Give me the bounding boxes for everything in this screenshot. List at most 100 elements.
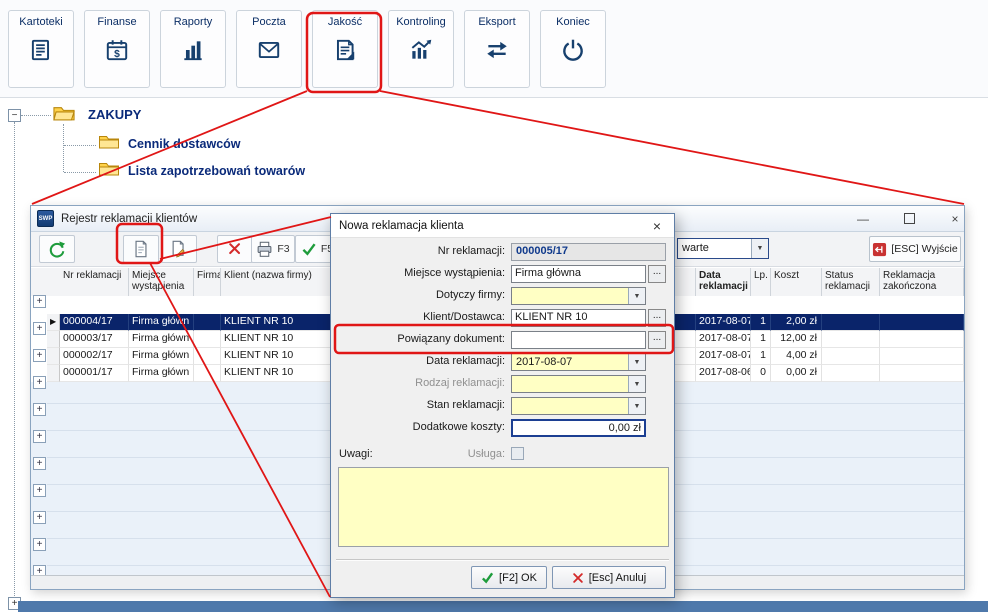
koszty-label: Dodatkowe koszty: <box>331 421 505 433</box>
menu-button-finanse[interactable]: Finanse $ <box>84 10 150 88</box>
dotyczy-dropdown[interactable]: ▼ <box>511 287 646 305</box>
cancel-button[interactable]: [Esc] Anuluj <box>552 566 666 589</box>
new-document-icon <box>132 240 150 258</box>
chevron-down-icon: ▼ <box>628 376 645 392</box>
usluga-checkbox[interactable] <box>511 447 524 460</box>
tree-node-cennik-dostawcow[interactable]: Cennik dostawców <box>128 137 241 151</box>
group-expand-button[interactable]: + <box>33 403 46 416</box>
cell-data: 2017-08-07 <box>696 331 751 348</box>
field-row-dotyczy: Dotyczy firmy: ▼ <box>331 287 674 305</box>
cell-koszt: 0,00 zł <box>771 365 822 382</box>
group-expand-button[interactable]: + <box>33 322 46 335</box>
exit-button[interactable]: [ESC] Wyjście <box>869 236 961 262</box>
column-header[interactable]: Reklamacja zakończona <box>880 268 964 296</box>
rodzaj-dropdown[interactable]: ▼ <box>511 375 646 393</box>
miejsce-input[interactable]: Firma główna <box>511 265 646 283</box>
koszty-input[interactable]: 0,00 zł <box>511 419 646 437</box>
cell-data: 2017-08-07 <box>696 348 751 365</box>
group-expand-button[interactable]: + <box>33 511 46 524</box>
folder-icon <box>98 133 120 155</box>
data-date-dropdown[interactable]: 2017-08-07 ▼ <box>511 353 646 371</box>
field-row-stan: Stan reklamacji: ▼ <box>331 397 674 415</box>
cell-data: 2017-08-06 <box>696 365 751 382</box>
menu-button-jakosc[interactable]: Jakość <box>312 10 378 88</box>
tree-connector-line <box>64 172 96 173</box>
field-row-miejsce: Miejsce wystąpienia: Firma główna ... <box>331 265 674 283</box>
column-header[interactable]: Nr reklamacji <box>60 268 129 296</box>
group-expand-button[interactable]: + <box>33 457 46 470</box>
tree-node-lista-zapotrzebowan[interactable]: Lista zapotrzebowań towarów <box>128 164 305 178</box>
window-title: Rejestr reklamacji klientów <box>61 213 197 225</box>
menu-button-koniec[interactable]: Koniec <box>540 10 606 88</box>
edit-complaint-button[interactable] <box>161 235 197 263</box>
refresh-button[interactable] <box>39 235 75 263</box>
cell-firma <box>194 331 221 348</box>
expand-icon: + <box>37 512 43 523</box>
minimize-button[interactable]: — <box>849 208 877 229</box>
new-complaint-button[interactable] <box>123 235 159 263</box>
collapse-icon: − <box>12 110 18 121</box>
dotyczy-label: Dotyczy firmy: <box>331 289 505 301</box>
menu-button-label: Jakość <box>328 16 362 28</box>
annotation-line <box>380 91 964 204</box>
tree-connector-line <box>21 115 51 116</box>
klient-browse-button[interactable]: ... <box>648 309 666 327</box>
filter-value: warte <box>682 242 709 254</box>
menu-button-raporty[interactable]: Raporty <box>160 10 226 88</box>
column-header[interactable]: Data reklamacji <box>696 268 751 296</box>
dialog-titlebar[interactable]: Nowa reklamacja klienta × <box>331 214 674 238</box>
klient-input[interactable]: KLIENT NR 10 <box>511 309 646 327</box>
delete-x-icon <box>227 241 243 257</box>
group-expand-button[interactable]: + <box>33 484 46 497</box>
miejsce-label: Miejsce wystąpienia: <box>331 267 505 279</box>
field-row-uwagi-usluga: Uwagi: Usługa: <box>331 446 674 464</box>
open-folder-icon <box>52 104 76 127</box>
tree-node-zakupy[interactable]: ZAKUPY <box>88 107 141 122</box>
calendar-dollar-icon: $ <box>104 37 130 63</box>
group-expand-button[interactable]: + <box>33 430 46 443</box>
ok-button[interactable]: [F2] OK <box>471 566 547 589</box>
column-header[interactable]: Miejsce wystąpienia <box>129 268 194 296</box>
column-header[interactable]: Lp. <box>751 268 771 296</box>
cell-miejsce: Firma główn <box>129 348 194 365</box>
powiazany-input[interactable] <box>511 331 646 349</box>
menu-button-label: Raporty <box>174 16 213 28</box>
exit-icon <box>872 242 887 257</box>
cell-status <box>822 348 880 365</box>
miejsce-browse-button[interactable]: ... <box>648 265 666 283</box>
dialog-close-button[interactable]: × <box>642 215 672 236</box>
status-filter-dropdown[interactable]: warte ▼ <box>677 238 769 259</box>
check-icon <box>301 241 317 257</box>
group-expand-button[interactable]: + <box>33 349 46 362</box>
stan-dropdown[interactable]: ▼ <box>511 397 646 415</box>
close-button[interactable]: × <box>941 208 969 229</box>
group-expand-button[interactable]: + <box>33 376 46 389</box>
column-header[interactable]: Koszt <box>771 268 822 296</box>
menu-button-kartoteki[interactable]: Kartoteki <box>8 10 74 88</box>
cell-koszt: 12,00 zł <box>771 331 822 348</box>
menu-button-kontroling[interactable]: Kontroling <box>388 10 454 88</box>
expand-icon: + <box>37 377 43 388</box>
tree-connector-line <box>64 145 96 146</box>
cell-firma <box>194 314 221 331</box>
group-expand-button[interactable]: + <box>33 538 46 551</box>
close-icon: × <box>951 212 958 226</box>
menu-button-poczta[interactable]: Poczta <box>236 10 302 88</box>
expand-icon: + <box>37 485 43 496</box>
row-indicator: ▶ <box>47 314 60 331</box>
cell-nr: 000003/17 <box>60 331 129 348</box>
tree-collapse-button[interactable]: − <box>8 109 21 122</box>
column-header[interactable]: Firma <box>194 268 221 296</box>
cell-lp: 1 <box>751 331 771 348</box>
row-indicator-icon: ▶ <box>50 317 56 326</box>
delete-complaint-button[interactable] <box>217 235 253 263</box>
print-button[interactable]: F3 <box>251 235 295 263</box>
cell-zakonczona <box>880 365 964 382</box>
cell-zakonczona <box>880 331 964 348</box>
column-header[interactable]: Status reklamacji <box>822 268 880 296</box>
powiazany-browse-button[interactable]: ... <box>648 331 666 349</box>
maximize-button[interactable] <box>895 208 923 229</box>
menu-button-eksport[interactable]: Eksport <box>464 10 530 88</box>
group-expand-button[interactable]: + <box>33 295 46 308</box>
uwagi-textarea[interactable] <box>338 467 669 547</box>
